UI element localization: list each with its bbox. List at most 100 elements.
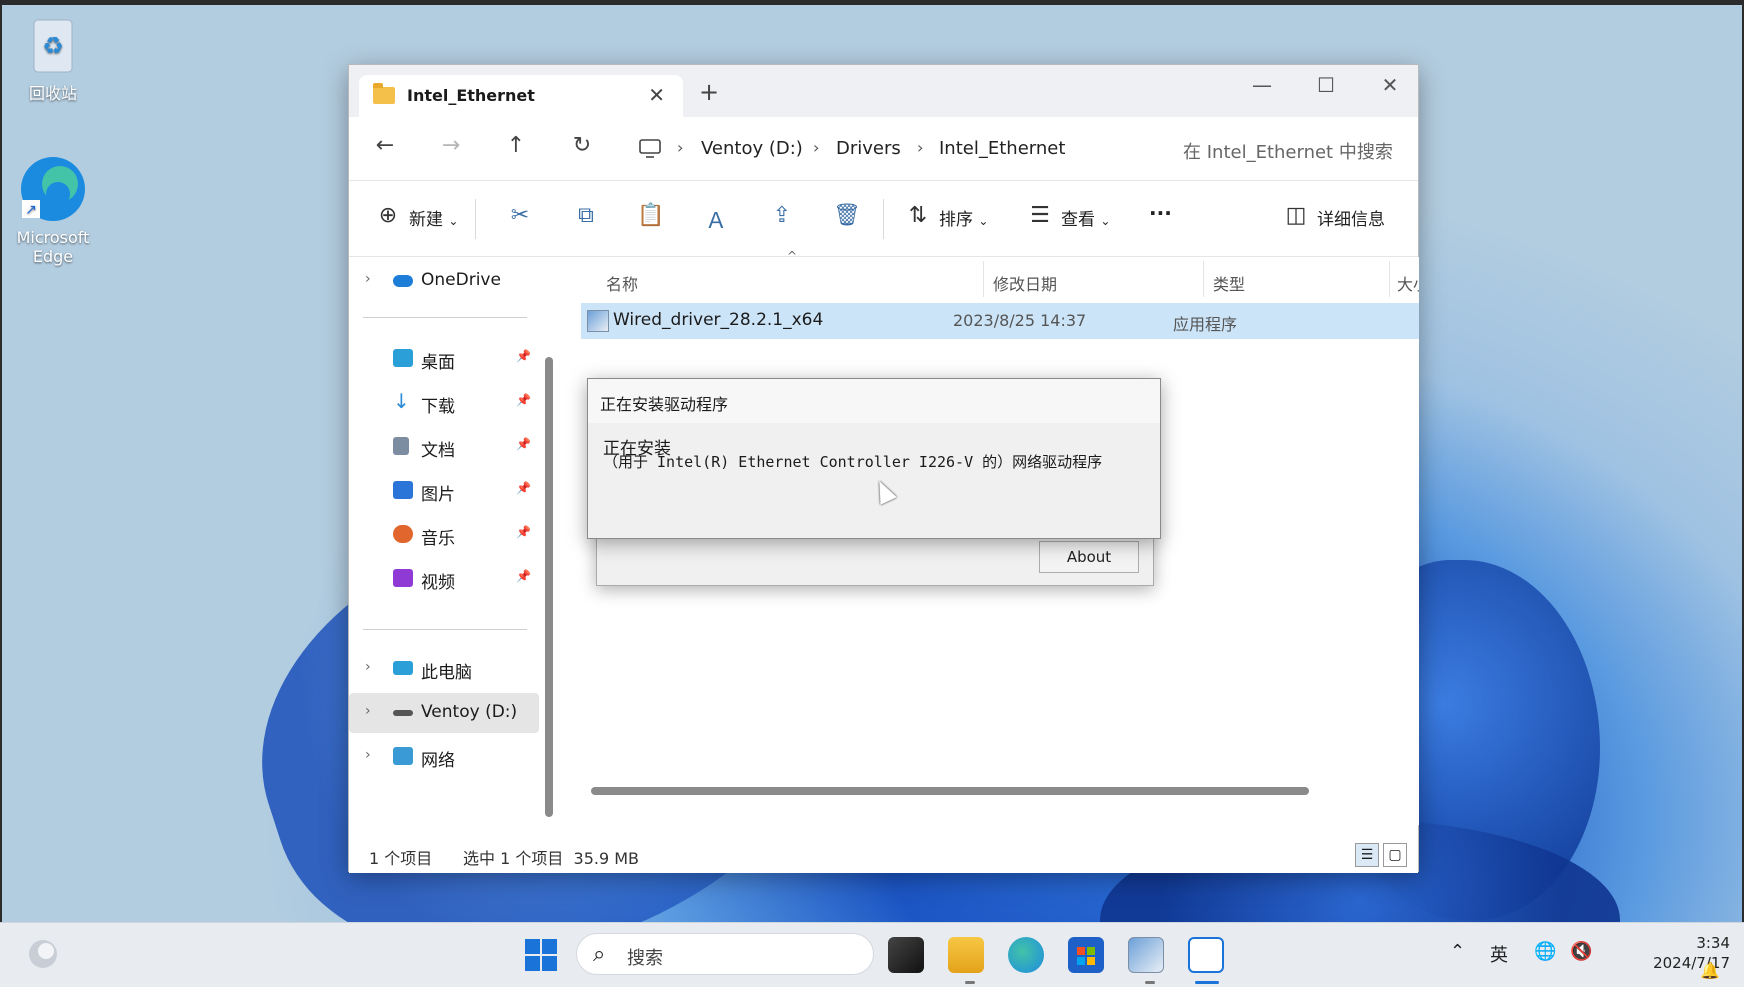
refresh-button[interactable]: ↻ [566, 133, 598, 158]
sidebar-item-label: Ventoy (D:) [421, 702, 518, 722]
sidebar-item-network[interactable]: › 网络 [349, 737, 539, 777]
video-icon [393, 569, 413, 587]
delete-icon[interactable]: 🗑 [832, 203, 862, 228]
close-button[interactable]: ✕ [1370, 73, 1410, 97]
widgets-icon[interactable] [26, 937, 60, 971]
pin-icon[interactable]: 📌 [516, 437, 531, 451]
search-icon: ⌕ [593, 942, 606, 967]
chevron-right-icon[interactable]: › [365, 271, 371, 287]
tab-intel-ethernet[interactable]: Intel_Ethernet ✕ [359, 75, 683, 117]
store-icon[interactable] [1068, 937, 1104, 973]
installer-app-icon[interactable] [1188, 937, 1224, 973]
notification-icon[interactable]: 🔔 [1700, 961, 1720, 980]
sidebar-item-desktop[interactable]: 桌面 📌 [349, 339, 539, 379]
tab-close-icon[interactable]: ✕ [648, 83, 665, 107]
new-button[interactable]: 新建 ⌄ [409, 205, 458, 230]
cut-icon[interactable]: ✂ [505, 203, 535, 228]
sidebar-item-downloads[interactable]: ↓ 下载 📌 [349, 383, 539, 423]
sort-arrow-icon: ^ [787, 249, 798, 263]
column-header-type[interactable]: 类型 [1213, 271, 1245, 295]
share-icon[interactable]: ⇪ [767, 203, 797, 228]
address-bar[interactable]: › Ventoy (D:) › Drivers › Intel_Ethernet [627, 127, 1155, 171]
desktop-icon-label: 回收站 [28, 84, 77, 103]
breadcrumb-drivers[interactable]: Drivers [836, 138, 901, 159]
column-separator[interactable] [1389, 261, 1390, 297]
about-button[interactable]: About [1039, 541, 1139, 573]
chevron-right-icon[interactable]: › [365, 659, 371, 675]
download-icon: ↓ [393, 389, 410, 413]
table-row[interactable]: Wired_driver_28.2.1_x64 2023/8/25 14:37 … [581, 303, 1419, 339]
setup-exe-icon [587, 310, 609, 332]
divider [363, 317, 527, 318]
more-options-button[interactable]: ··· [1149, 201, 1172, 225]
music-icon [393, 525, 413, 543]
column-header-name[interactable]: 名称 [606, 271, 638, 295]
edge-icon: ↗ [21, 157, 85, 221]
pin-icon[interactable]: 📌 [516, 525, 531, 539]
forward-button[interactable]: → [435, 133, 467, 158]
sidebar-item-music[interactable]: 音乐 📌 [349, 515, 539, 555]
breadcrumb-intel-ethernet[interactable]: Intel_Ethernet [939, 138, 1065, 159]
search-input[interactable]: 在 Intel_Ethernet 中搜索 [1167, 127, 1412, 171]
sidebar-item-this-pc[interactable]: › 此电脑 [349, 649, 539, 689]
setup-app-icon[interactable] [1128, 937, 1164, 973]
item-count: 1 个项目 [369, 849, 433, 868]
taskbar-search-input[interactable]: ⌕ 搜索 [576, 933, 874, 975]
title-bar[interactable]: Intel_Ethernet ✕ + — ☐ ✕ [349, 65, 1418, 117]
network-icon[interactable]: 🌐 [1534, 941, 1556, 962]
pin-icon[interactable]: 📌 [516, 393, 531, 407]
breadcrumb-ventoy[interactable]: Ventoy (D:) [701, 138, 803, 159]
sort-label: 排序 [939, 210, 973, 230]
screen-border [0, 0, 1744, 5]
sort-button[interactable]: 排序 ⌄ [939, 205, 988, 230]
sidebar-item-onedrive[interactable]: › OneDrive [349, 261, 539, 301]
desktop-icon-label: Microsoft Edge [16, 228, 90, 266]
up-button[interactable]: ↑ [500, 133, 532, 158]
new-tab-button[interactable]: + [699, 78, 719, 106]
maximize-button[interactable]: ☐ [1306, 73, 1346, 97]
ime-indicator[interactable]: 英 [1490, 941, 1508, 967]
paste-icon[interactable]: 📋 [636, 203, 666, 228]
sidebar-item-videos[interactable]: 视频 📌 [349, 559, 539, 599]
pin-icon[interactable]: 📌 [516, 349, 531, 363]
tab-title: Intel_Ethernet [407, 86, 535, 105]
screen-border [0, 0, 2, 987]
sidebar-item-documents[interactable]: 文档 📌 [349, 427, 539, 467]
column-separator[interactable] [1203, 261, 1204, 297]
desktop: ♻ 回收站 ↗ Microsoft Edge Intel_Ethernet ✕ … [0, 0, 1744, 987]
pin-icon[interactable]: 📌 [516, 481, 531, 495]
copy-icon[interactable]: ⧉ [571, 203, 601, 228]
column-header-size[interactable]: 大小 [1397, 271, 1419, 295]
back-button[interactable]: ← [369, 133, 401, 158]
horizontal-scrollbar[interactable] [591, 787, 1309, 795]
view-button[interactable]: 查看 ⌄ [1061, 205, 1110, 230]
chevron-up-icon[interactable]: ⌃ [1450, 941, 1465, 962]
column-separator[interactable] [983, 261, 984, 297]
desktop-icon-recycle-bin[interactable]: ♻ 回收站 [3, 14, 103, 104]
start-icon[interactable] [523, 937, 559, 973]
rename-icon[interactable]: Ａ [701, 203, 731, 235]
dialog-title-bar: 正在安装驱动程序 [588, 379, 1160, 423]
minimize-button[interactable]: — [1242, 73, 1282, 97]
task-view-icon[interactable] [888, 937, 924, 973]
picture-icon [393, 481, 413, 499]
pin-icon[interactable]: 📌 [516, 569, 531, 583]
tiles-view-icon[interactable]: ▢ [1383, 843, 1407, 867]
taskbar-search-placeholder: 搜索 [627, 948, 663, 969]
column-header-date[interactable]: 修改日期 [993, 271, 1057, 295]
new-icon: ⊕ [378, 203, 398, 228]
sidebar-item-pictures[interactable]: 图片 📌 [349, 471, 539, 511]
running-indicator [1145, 981, 1155, 984]
install-progress-dialog: 正在安装驱动程序 正在安装 （用于 Intel(R) Ethernet Cont… [587, 378, 1161, 539]
volume-muted-icon[interactable]: 🔇 [1570, 941, 1592, 962]
sidebar-scrollbar[interactable] [545, 357, 553, 817]
navigation-pane: › OneDrive 桌面 📌 ↓ 下载 📌 文档 📌 图片 📌 音乐 📌 视频… [349, 257, 553, 837]
chevron-right-icon[interactable]: › [365, 703, 371, 719]
sidebar-item-ventoy[interactable]: › Ventoy (D:) [349, 693, 539, 733]
details-view-icon[interactable]: ☰ [1355, 843, 1379, 867]
chevron-right-icon[interactable]: › [365, 747, 371, 763]
edge-icon[interactable] [1008, 937, 1044, 973]
details-button[interactable]: 详细信息 [1317, 205, 1385, 230]
desktop-icon-edge[interactable]: ↗ Microsoft Edge [3, 154, 103, 266]
file-explorer-icon[interactable] [948, 937, 984, 973]
